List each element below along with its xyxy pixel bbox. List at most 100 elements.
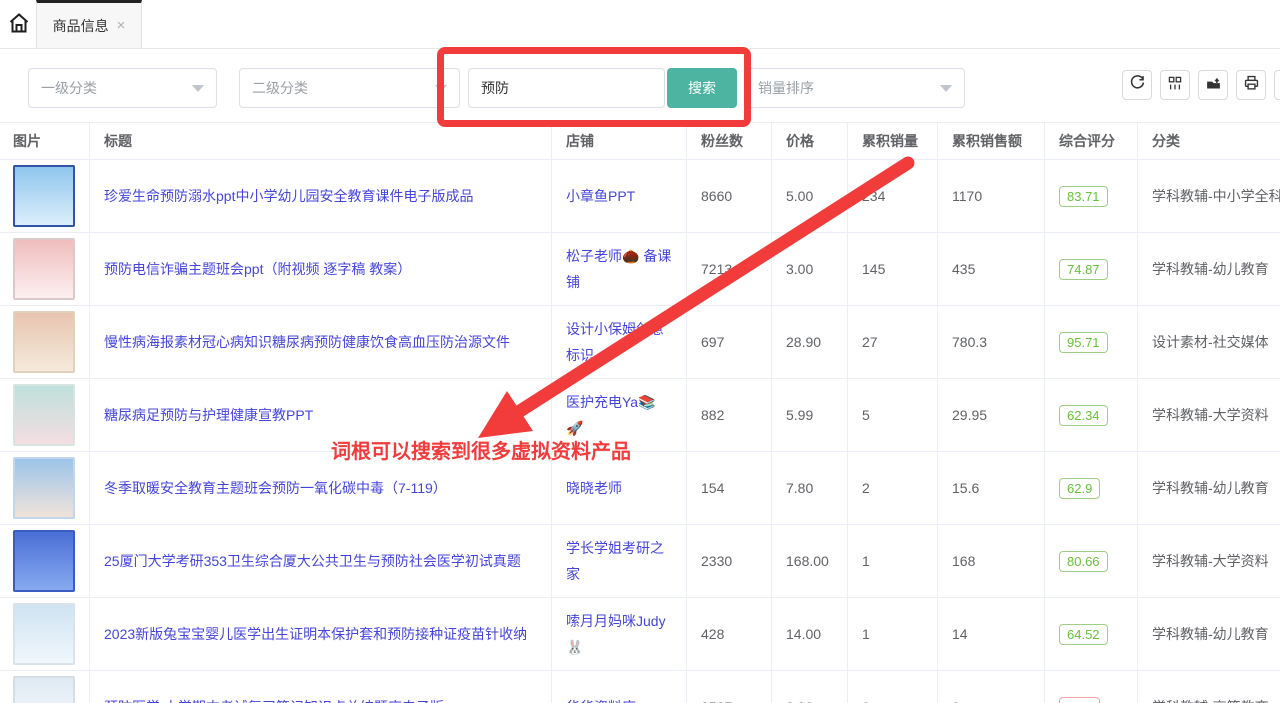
score-badge: 74.87 <box>1059 259 1108 280</box>
header-shop: 店铺 <box>552 123 687 159</box>
refresh-icon <box>1129 74 1146 96</box>
sales-count: 27 <box>848 306 938 378</box>
table-row: 预防电信诈骗主题班会ppt（附视频 逐字稿 教案） 松子老师🌰 备课铺 7213… <box>0 233 1280 306</box>
sales-amount: 168 <box>938 525 1045 597</box>
table-row: 慢性病海报素材冠心病知识糖尿病预防健康饮食高血压防治源文件 设计小保姆创意标识 … <box>0 306 1280 379</box>
product-title-link[interactable]: 冬季取暖安全教育主题班会预防一氧化碳中毒（7-119） <box>104 475 447 501</box>
sales-amount: 435 <box>938 233 1045 305</box>
sales-amount: 0 <box>938 671 1045 703</box>
score-badge: 62.34 <box>1059 405 1108 426</box>
sales-count: 2 <box>848 452 938 524</box>
sales-count: 1 <box>848 525 938 597</box>
shop-link[interactable]: 学长学姐考研之家 <box>566 535 676 587</box>
score-badge: 95.71 <box>1059 332 1108 353</box>
more-tools-button[interactable] <box>1274 70 1280 100</box>
fans-count: 154 <box>687 452 772 524</box>
header-category: 分类 <box>1138 123 1280 159</box>
shop-link[interactable]: 华华资料库 <box>566 694 636 703</box>
product-thumbnail[interactable] <box>13 165 75 227</box>
fans-count: 7213 <box>687 233 772 305</box>
product-thumbnail[interactable] <box>13 238 75 300</box>
product-title-link[interactable]: 2023新版兔宝宝婴儿医学出生证明本保护套和预防接种证疫苗针收纳 <box>104 621 527 647</box>
product-title-link[interactable]: 慢性病海报素材冠心病知识糖尿病预防健康饮食高血压防治源文件 <box>104 329 510 355</box>
print-button[interactable] <box>1236 70 1266 100</box>
tab-close-icon[interactable]: × <box>117 18 126 33</box>
product-title-link[interactable]: 预防医学 大学期末考试复习笔记知识点总结题库电子版 <box>104 694 444 703</box>
sort-placeholder: 销量排序 <box>758 78 814 98</box>
score-badge: 80.66 <box>1059 551 1108 572</box>
sales-amount: 29.95 <box>938 379 1045 451</box>
sales-count: 5 <box>848 379 938 451</box>
category1-select[interactable]: 一级分类 <box>28 68 217 108</box>
export-button[interactable] <box>1198 70 1228 100</box>
fans-count: 428 <box>687 598 772 670</box>
category: 学科教辅-幼儿教育 <box>1138 452 1280 524</box>
score-badge: 62.9 <box>1059 478 1100 499</box>
fans-count: 8660 <box>687 160 772 232</box>
table-row: 珍爱生命预防溺水ppt中小学幼儿园安全教育课件电子版成品 小章鱼PPT 8660… <box>0 160 1280 233</box>
shop-link[interactable]: 嗦月月妈咪Judy 🐰 <box>566 608 676 660</box>
product-info-page: { "colors": { "accent_teal": "#4cb4a0", … <box>0 0 1280 703</box>
table-row: 预防医学 大学期末考试复习笔记知识点总结题库电子版 华华资料库 2527 2.8… <box>0 671 1280 703</box>
shop-link[interactable]: 松子老师🌰 备课铺 <box>566 243 676 295</box>
fans-count: 882 <box>687 379 772 451</box>
shop-link[interactable]: 设计小保姆创意标识 <box>566 316 676 368</box>
product-title-link[interactable]: 糖尿病足预防与护理健康宣教PPT <box>104 402 313 428</box>
header-score: 综合评分 <box>1045 123 1138 159</box>
header-sales: 累积销量 <box>848 123 938 159</box>
price: 3.00 <box>772 233 848 305</box>
price: 14.00 <box>772 598 848 670</box>
product-table: 图片 标题 店铺 粉丝数 价格 累积销量 累积销售额 综合评分 分类 珍爱生命预… <box>0 122 1280 703</box>
fans-count: 697 <box>687 306 772 378</box>
column-settings-button[interactable] <box>1160 70 1190 100</box>
product-thumbnail[interactable] <box>13 676 75 703</box>
chevron-down-icon <box>940 85 952 92</box>
table-row: 糖尿病足预防与护理健康宣教PPT 医护充电Ya📚 🚀 882 5.99 5 29… <box>0 379 1280 452</box>
product-title-link[interactable]: 25厦门大学考研353卫生综合厦大公共卫生与预防社会医学初试真题 <box>104 548 521 574</box>
home-button[interactable] <box>4 10 34 40</box>
search-button[interactable]: 搜索 <box>667 68 737 108</box>
product-thumbnail[interactable] <box>13 311 75 373</box>
header-price: 价格 <box>772 123 848 159</box>
search-input[interactable] <box>481 80 652 96</box>
printer-icon <box>1243 74 1260 96</box>
chevron-down-icon <box>435 85 447 92</box>
sales-count: 0 <box>848 671 938 703</box>
sales-count: 145 <box>848 233 938 305</box>
category: 学科教辅-大学资料 <box>1138 379 1280 451</box>
score-badge: 1.00 <box>1059 697 1100 703</box>
sales-amount: 15.6 <box>938 452 1045 524</box>
product-thumbnail[interactable] <box>13 603 75 665</box>
product-title-link[interactable]: 预防电信诈骗主题班会ppt（附视频 逐字稿 教案） <box>104 256 411 282</box>
toolbar <box>1122 70 1280 100</box>
shop-link[interactable]: 医护充电Ya📚 🚀 <box>566 389 676 441</box>
sales-amount: 1170 <box>938 160 1045 232</box>
chevron-down-icon <box>192 85 204 92</box>
fans-count: 2330 <box>687 525 772 597</box>
header-fans: 粉丝数 <box>687 123 772 159</box>
score-badge: 64.52 <box>1059 624 1108 645</box>
search-field-wrap <box>468 68 665 108</box>
category: 学科教辅-中小学全科 <box>1138 160 1280 232</box>
product-thumbnail[interactable] <box>13 384 75 446</box>
tab-product-info[interactable]: 商品信息 × <box>36 0 142 48</box>
product-thumbnail[interactable] <box>13 457 75 519</box>
price: 5.99 <box>772 379 848 451</box>
refresh-button[interactable] <box>1122 70 1152 100</box>
export-icon <box>1205 74 1222 96</box>
tab-bar: 商品信息 × <box>0 0 1280 49</box>
sales-amount: 780.3 <box>938 306 1045 378</box>
category: 设计素材-社交媒体 <box>1138 306 1280 378</box>
sort-select[interactable]: 销量排序 <box>745 68 965 108</box>
category1-placeholder: 一级分类 <box>41 78 97 98</box>
product-thumbnail[interactable] <box>13 530 75 592</box>
table-row: 冬季取暖安全教育主题班会预防一氧化碳中毒（7-119） 晓晓老师 154 7.8… <box>0 452 1280 525</box>
tab-label: 商品信息 <box>53 16 109 36</box>
price: 5.00 <box>772 160 848 232</box>
sales-count: 234 <box>848 160 938 232</box>
home-icon <box>7 11 31 40</box>
product-title-link[interactable]: 珍爱生命预防溺水ppt中小学幼儿园安全教育课件电子版成品 <box>104 183 473 209</box>
shop-link[interactable]: 晓晓老师 <box>566 475 622 501</box>
category2-select[interactable]: 二级分类 <box>239 68 460 108</box>
shop-link[interactable]: 小章鱼PPT <box>566 183 635 209</box>
